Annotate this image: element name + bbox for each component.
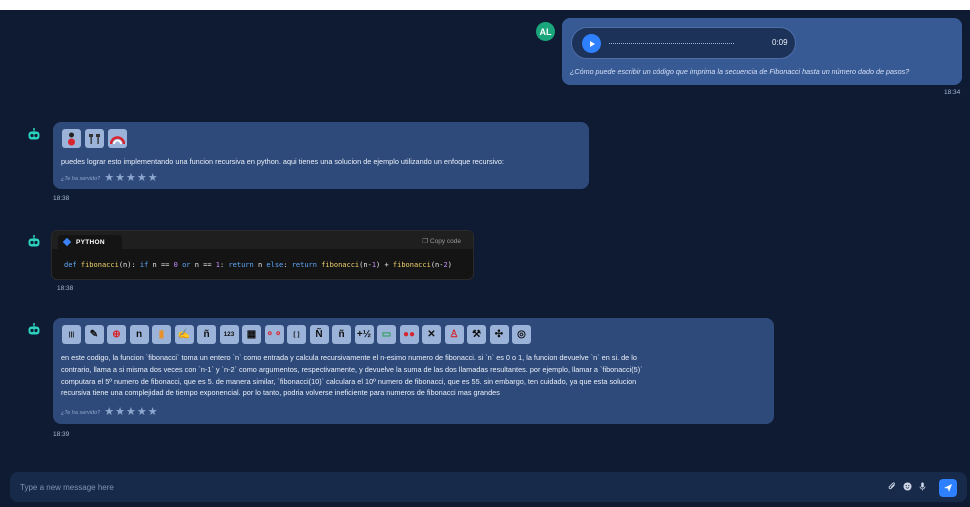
top-strip	[0, 0, 970, 10]
bot-avatar-icon	[28, 235, 40, 247]
python-icon	[62, 237, 72, 247]
figure-icon[interactable]: ♙	[444, 325, 464, 344]
rating: ¿Te ha servido? ★ ★ ★ ★ ★	[61, 407, 158, 418]
code-header: PYTHON ❐ Copy code	[52, 231, 473, 249]
message-input[interactable]	[20, 480, 720, 494]
target-icon[interactable]: ⊕	[107, 325, 126, 344]
bot-avatar-icon	[28, 128, 40, 140]
rating-label: ¿Te ha servido?	[61, 175, 101, 182]
code-line: def fibonacci(n): if n == 0 or n == 1: r…	[64, 261, 452, 269]
send-icon	[944, 484, 952, 492]
code-message-time: 18:38	[57, 285, 74, 292]
letter-n-icon[interactable]: n	[129, 325, 149, 344]
cycle-icon[interactable]: ◎	[512, 325, 531, 344]
puzzle-icon[interactable]: ✣	[489, 325, 509, 344]
star-icon[interactable]: ★	[104, 173, 114, 184]
user-message-bubble: 0:09 ¿Cómo puede escribir un código que …	[562, 18, 962, 85]
rainbow-icon[interactable]	[108, 129, 127, 148]
star-icon[interactable]: ★	[104, 407, 114, 418]
audio-waveform[interactable]	[609, 43, 734, 44]
star-rating[interactable]: ★ ★ ★ ★ ★	[104, 173, 157, 184]
language-label: PYTHON	[76, 238, 105, 246]
star-icon[interactable]: ★	[148, 407, 158, 418]
map-icon[interactable]: ▦	[242, 325, 261, 344]
copy-icon: ❐	[422, 238, 430, 245]
plus-fraction-icon[interactable]: +½	[354, 325, 374, 344]
letter-Ñ-icon[interactable]: Ñ	[309, 325, 329, 344]
user-message-time: 18:34	[944, 89, 961, 96]
connection-icon[interactable]: ⚬⚬	[264, 325, 284, 344]
bot-message-text: en este codigo, la funcion `fibonacci` t…	[61, 352, 771, 399]
calculator-icon[interactable]: ▭	[377, 325, 396, 344]
satellite-icon[interactable]: ✕	[422, 325, 441, 344]
book-icon[interactable]: ▮	[152, 325, 171, 344]
user-avatar: AL	[536, 22, 555, 41]
audio-duration: 0:09	[772, 38, 788, 47]
bot-message-text: puedes lograr esto implementando una fun…	[61, 157, 504, 166]
star-icon[interactable]: ★	[137, 407, 147, 418]
audio-player[interactable]: 0:09	[571, 27, 796, 59]
message-input-bar	[10, 472, 967, 502]
user-message-text: ¿Cómo puede escribir un código que impri…	[570, 67, 910, 76]
bracket-icon[interactable]: [ ]	[287, 325, 306, 344]
star-icon[interactable]: ★	[126, 173, 136, 184]
microphone-icon[interactable]	[918, 482, 927, 491]
emoji-icon[interactable]	[903, 482, 912, 491]
tools-icon[interactable]	[85, 129, 104, 148]
input-actions	[888, 482, 927, 491]
bot-message-time: 18:39	[53, 431, 70, 438]
star-icon[interactable]: ★	[126, 407, 136, 418]
pictogram-row	[62, 129, 127, 148]
star-icon[interactable]: ★	[137, 173, 147, 184]
star-icon[interactable]: ★	[115, 407, 125, 418]
play-icon	[589, 40, 595, 47]
bot-message-time: 18:38	[53, 195, 70, 202]
code-block: PYTHON ❐ Copy code def fibonacci(n): if …	[51, 230, 474, 280]
person-icon[interactable]	[62, 129, 81, 148]
rating: ¿Te ha servido? ★ ★ ★ ★ ★	[61, 173, 158, 184]
pencil-icon[interactable]: ✎	[84, 325, 104, 344]
tools-icon[interactable]: ⚒	[467, 325, 486, 344]
text-line: computara el 5º numero de fibonacci, que…	[61, 376, 637, 386]
rating-label: ¿Te ha servido?	[61, 409, 101, 416]
letter-ñ-lower-icon[interactable]: ñ	[332, 325, 351, 344]
copy-code-button[interactable]: ❐ Copy code	[422, 237, 461, 245]
play-button[interactable]	[582, 34, 601, 53]
attach-icon[interactable]	[888, 482, 897, 491]
bot-avatar-icon	[28, 323, 40, 335]
text-line: en este codigo, la funcion `fibonacci` t…	[61, 353, 637, 362]
barcode-icon[interactable]: |||	[62, 325, 81, 344]
star-rating[interactable]: ★ ★ ★ ★ ★	[104, 407, 157, 418]
bot-message-bubble: puedes lograr esto implementando una fun…	[53, 122, 589, 189]
send-button[interactable]	[939, 479, 957, 497]
writing-hand-icon[interactable]: ✍	[174, 325, 194, 344]
star-icon[interactable]: ★	[148, 173, 158, 184]
text-line: recursiva tiene una complejidad de tiemp…	[61, 388, 500, 398]
dots-icon[interactable]: ●●	[399, 325, 419, 344]
pictogram-row: ||| ✎ ⊕ n ▮ ✍ ñ 123 ▦ ⚬⚬[ ] Ññ +½ ▭ ●● ✕ ♙ ⚒ ✣ ◎	[62, 325, 531, 344]
text-line: contrario, llama a si misma dos veces co…	[61, 364, 643, 374]
copy-code-label: Copy code	[429, 238, 461, 245]
letter-ñ-icon[interactable]: ñ	[197, 325, 216, 344]
bot-message-bubble: ||| ✎ ⊕ n ▮ ✍ ñ 123 ▦ ⚬⚬[ ] Ññ +½ ▭ ●● ✕ ♙ ⚒ ✣ ◎ en este c…	[53, 318, 774, 424]
numbers-123-icon[interactable]: 123	[219, 325, 239, 344]
chat-app: AL 0:09 ¿Cómo puede escribir un código q…	[0, 0, 970, 507]
star-icon[interactable]: ★	[115, 173, 125, 184]
language-tab: PYTHON	[58, 235, 122, 249]
